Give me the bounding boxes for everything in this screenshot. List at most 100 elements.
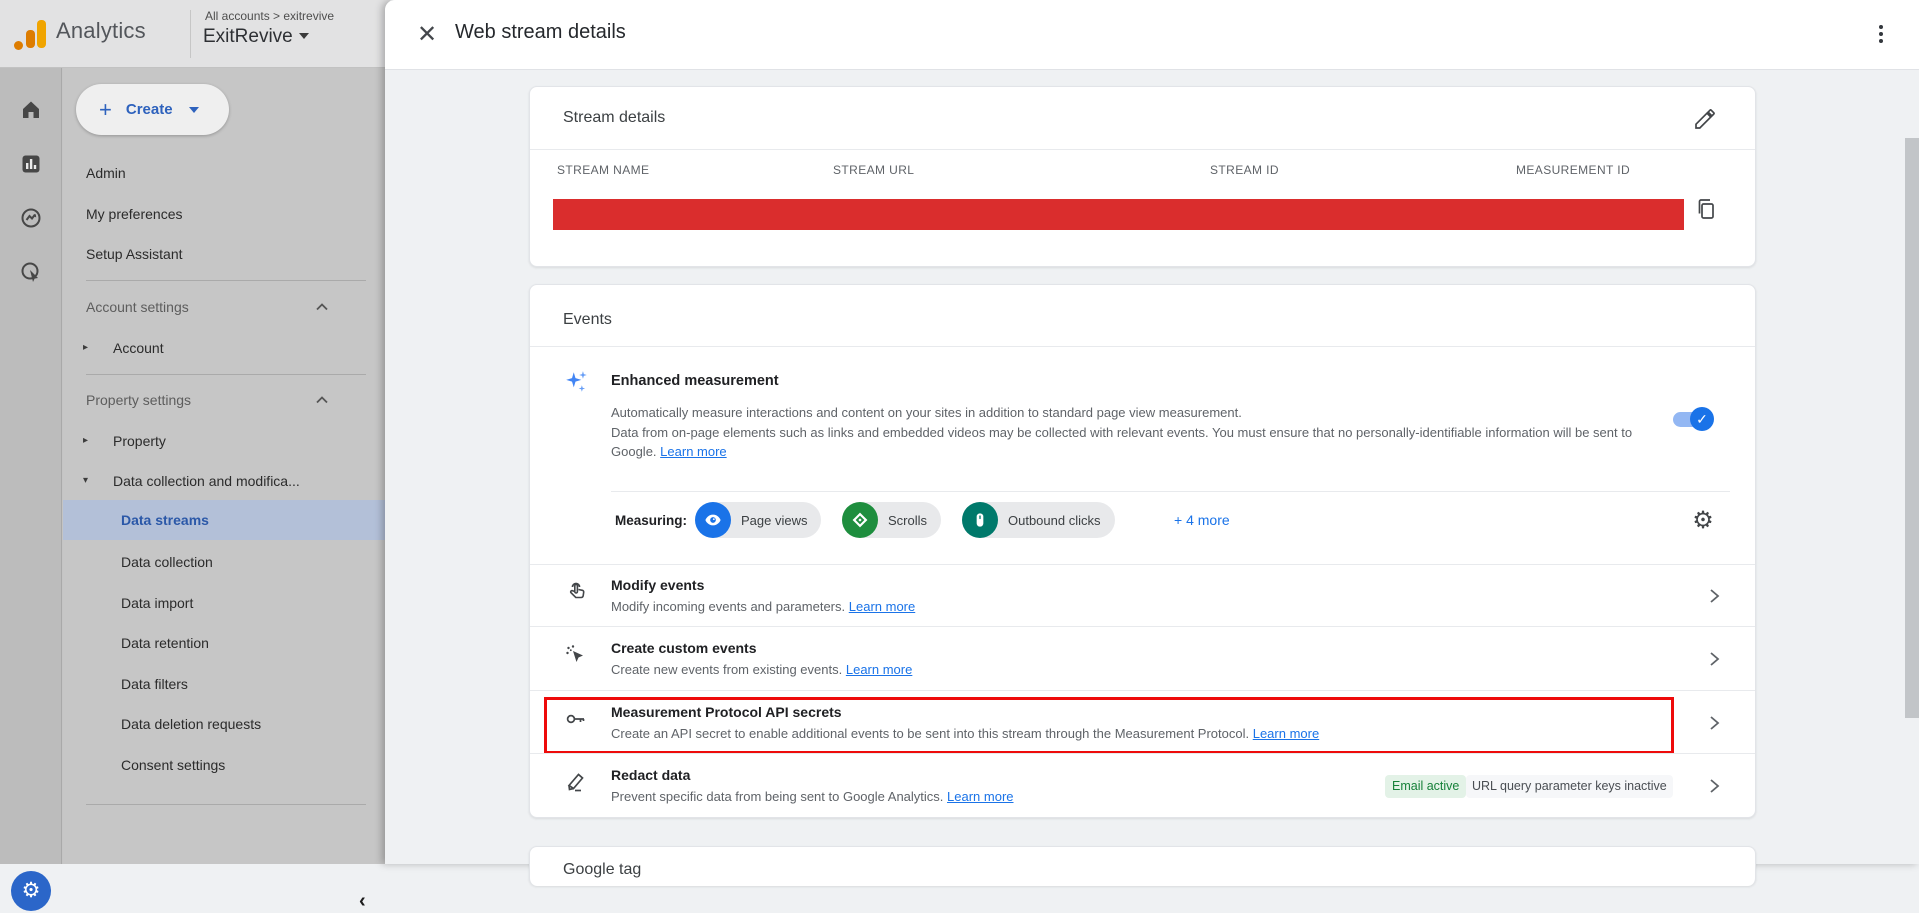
status-badge-email-active: Email active [1385, 775, 1466, 798]
divider [530, 690, 1755, 691]
chip-page-views[interactable]: Page views [695, 502, 821, 538]
sidebar-item-my-preferences[interactable]: My preferences [63, 197, 390, 231]
more-chips-link[interactable]: + 4 more [1174, 512, 1230, 528]
sidebar-section-account-settings[interactable]: Account settings [63, 290, 390, 324]
breadcrumb: All accounts > exitrevive [205, 9, 334, 23]
divider [530, 149, 1755, 150]
card-title: Events [563, 311, 612, 329]
learn-more-link[interactable]: Learn more [1253, 726, 1319, 741]
create-button[interactable]: + Create [76, 84, 229, 135]
scrollbar[interactable] [1905, 138, 1919, 718]
row-title-create-custom-events[interactable]: Create custom events [611, 640, 757, 656]
sidebar-item-property[interactable]: ▸ Property [63, 424, 390, 458]
desc-text: Create an API secret to enable additiona… [611, 726, 1249, 741]
mouse-icon [962, 502, 998, 538]
row-title-measurement-protocol-api-secrets[interactable]: Measurement Protocol API secrets [611, 704, 842, 720]
chip-outbound-clicks[interactable]: Outbound clicks [962, 502, 1115, 538]
chip-scrolls[interactable]: Scrolls [842, 502, 941, 538]
app-header: Analytics All accounts > exitrevive Exit… [0, 0, 390, 68]
learn-more-link[interactable]: Learn more [849, 599, 915, 614]
google-tag-card-partial: Google tag [529, 846, 1756, 886]
sidebar-item-data-collection-modification[interactable]: ▾Data collection and modifica... [63, 464, 390, 498]
desc-text: Modify incoming events and parameters. [611, 599, 845, 614]
modify-events-icon [564, 579, 588, 603]
sidebar-section-property-settings[interactable]: Property settings [63, 383, 390, 417]
edit-pencil-icon[interactable] [1693, 107, 1717, 131]
gear-icon[interactable]: ⚙ [1691, 509, 1715, 533]
panel-title: Web stream details [455, 21, 626, 44]
chevron-right-icon[interactable] [1706, 778, 1722, 794]
admin-gear-icon[interactable]: ⚙ [11, 871, 51, 911]
sidebar-item-account[interactable]: ▸Account [63, 331, 390, 365]
chevron-right-icon[interactable] [1706, 588, 1722, 604]
sidebar-item-data-collection[interactable]: Data collection [63, 545, 390, 579]
triangle-down-icon: ▾ [83, 464, 88, 498]
chip-label: Page views [741, 513, 807, 528]
label: Data import [121, 595, 193, 611]
chevron-right-icon[interactable] [1706, 651, 1722, 667]
measuring-label: Measuring: [615, 513, 687, 528]
label: Account settings [86, 299, 189, 315]
enhanced-measurement-sparkle-icon [564, 369, 590, 395]
analytics-logo-icon [14, 18, 48, 50]
learn-more-link[interactable]: Learn more [846, 662, 912, 677]
label: Setup Assistant [86, 246, 183, 262]
sidebar-item-data-retention[interactable]: Data retention [63, 626, 390, 660]
brand-name: Analytics [56, 18, 146, 44]
chevron-up-icon [316, 303, 328, 311]
account-switcher[interactable]: ExitRevive [203, 26, 309, 48]
label: Admin [86, 165, 126, 181]
toggle-knob: ✓ [1690, 407, 1714, 431]
chevron-up-icon [316, 396, 328, 404]
account-name: ExitRevive [203, 26, 293, 47]
advertising-icon[interactable] [19, 260, 43, 284]
row-title-redact-data[interactable]: Redact data [611, 767, 690, 783]
collapse-sidebar-icon[interactable]: ‹ [359, 890, 366, 913]
sidebar-item-data-import[interactable]: Data import [63, 586, 390, 620]
divider [530, 626, 1755, 627]
sidebar-item-data-filters[interactable]: Data filters [63, 667, 390, 701]
label: Data streams [121, 512, 209, 528]
description-line1: Automatically measure interactions and c… [611, 403, 1679, 423]
redacted-values-bar [553, 199, 1684, 230]
enhanced-measurement-description: Automatically measure interactions and c… [611, 403, 1679, 462]
enhanced-measurement-toggle[interactable]: ✓ [1673, 412, 1711, 427]
sidebar-item-admin[interactable]: Admin [63, 156, 390, 190]
plus-icon: + [99, 97, 112, 123]
description-text: Data from on-page elements such as links… [611, 425, 1632, 460]
label: Consent settings [121, 757, 225, 773]
card-title: Stream details [563, 109, 665, 127]
events-card: Events Enhanced measurement Automaticall… [529, 284, 1756, 818]
triangle-right-icon: ▸ [83, 331, 88, 365]
chevron-down-icon [189, 107, 199, 113]
copy-icon[interactable] [1694, 197, 1718, 221]
reports-icon[interactable] [19, 152, 43, 176]
close-icon[interactable]: ✕ [413, 22, 441, 50]
enhanced-measurement-title: Enhanced measurement [611, 373, 779, 389]
learn-more-link[interactable]: Learn more [947, 789, 1013, 804]
label: Property [113, 433, 166, 449]
column-header-measurement-id: MEASUREMENT ID [1516, 163, 1630, 177]
chip-label: Outbound clicks [1008, 513, 1101, 528]
panel-header: ✕ Web stream details [385, 0, 1919, 70]
nav-rail: ⚙ [0, 68, 62, 864]
chip-label: Scrolls [888, 513, 927, 528]
divider [530, 346, 1755, 347]
home-icon[interactable] [19, 98, 43, 122]
column-header-stream-url: STREAM URL [833, 163, 914, 177]
learn-more-link[interactable]: Learn more [660, 444, 726, 459]
dimmed-app-background: Analytics All accounts > exitrevive Exit… [0, 0, 390, 864]
sidebar-item-consent-settings[interactable]: Consent settings [63, 748, 390, 782]
sidebar-item-data-streams[interactable]: Data streams [63, 500, 390, 540]
more-options-icon[interactable] [1869, 22, 1893, 50]
label: Data filters [121, 676, 188, 692]
divider [611, 491, 1730, 492]
label: Property settings [86, 392, 191, 408]
sidebar-item-setup-assistant[interactable]: Setup Assistant [63, 237, 390, 271]
desc-text: Prevent specific data from being sent to… [611, 789, 943, 804]
chevron-right-icon[interactable] [1706, 715, 1722, 731]
sidebar-item-data-deletion-requests[interactable]: Data deletion requests [63, 707, 390, 741]
triangle-right-icon: ▸ [83, 424, 88, 458]
row-title-modify-events[interactable]: Modify events [611, 577, 704, 593]
explore-icon[interactable] [19, 206, 43, 230]
